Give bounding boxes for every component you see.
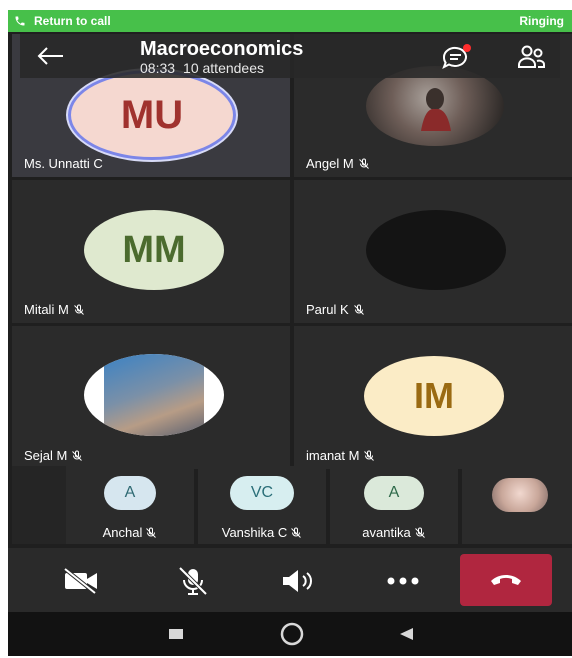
chat-icon [442,44,471,70]
return-to-call-bar[interactable]: Return to call Ringing [8,10,572,32]
call-header: Macroeconomics 08:33 10 attendees [20,34,560,78]
mic-off-icon [291,527,302,538]
participant-tile-parul[interactable]: Parul K [294,180,572,323]
participant-name: Ms. Unnatti C [24,156,103,171]
participant-name: avantika [362,525,411,540]
speaker-icon [283,570,312,592]
participant-name: Angel M [306,156,354,171]
strip-participant-anchal[interactable]: A Anchal [66,466,194,544]
more-options-button[interactable] [368,556,438,606]
strip-spacer [12,466,66,544]
system-back-button[interactable] [386,620,426,648]
avatar-photo [366,66,504,146]
mic-off-icon [178,566,208,596]
strip-participant-avantika[interactable]: A avantika [330,466,458,544]
speaker-button[interactable] [264,556,334,606]
mic-off-icon [72,450,83,461]
avatar: A [364,476,424,510]
camera-off-icon [63,567,97,595]
meeting-title: Macroeconomics [140,38,304,60]
more-icon [387,577,419,585]
avatar: IM [364,356,504,436]
avatar-photo [84,354,224,436]
call-controls [8,548,572,612]
avatar-photo [366,210,506,290]
mute-button[interactable] [158,556,228,606]
participant-name: Parul K [306,302,349,317]
call-screen: Return to call Ringing MU Ms. Unnatti C … [8,10,572,656]
mic-off-icon [414,527,425,538]
system-navigation-bar [8,612,572,656]
strip-participant-photo[interactable] [462,466,572,544]
participants-button[interactable] [516,43,546,71]
participant-name: Vanshika C [221,525,288,540]
participant-tile-imanat[interactable]: IM imanat M [294,326,572,469]
avatar: A [104,476,156,510]
call-duration: 08:33 [140,60,176,76]
participant-name: Mitali M [24,302,69,317]
mic-off-icon [353,304,364,315]
hangup-button[interactable] [460,554,552,606]
recents-button[interactable] [156,620,196,648]
avatar: MM [84,210,224,290]
avatar: VC [230,476,294,510]
avatar-photo [492,478,548,512]
participant-name: Sejal M [24,448,68,463]
home-button[interactable] [272,620,312,648]
home-icon [280,622,304,646]
people-icon [518,45,545,68]
phone-icon [15,16,25,26]
mic-off-icon [146,527,157,538]
hangup-icon [491,575,521,585]
mic-off-icon [73,304,84,315]
chat-button[interactable] [440,43,474,71]
camera-toggle-button[interactable] [46,556,116,606]
avatar: MU [68,70,236,160]
back-icon [400,628,413,640]
participant-tile-sejal[interactable]: Sejal M [12,326,290,469]
participant-name: Anchal [102,525,143,540]
call-state: Ringing [519,14,564,28]
back-button[interactable] [20,34,80,78]
participant-name: imanat M [306,448,360,463]
strip-participant-vanshika[interactable]: VC Vanshika C [198,466,326,544]
arrow-left-icon [37,47,63,65]
mic-off-icon [358,158,369,169]
attendee-count: 10 attendees [183,60,265,76]
return-to-call-label: Return to call [34,14,111,28]
mic-off-icon [364,450,375,461]
participant-tile-mitali[interactable]: MM Mitali M [12,180,290,323]
recents-icon [169,629,183,639]
